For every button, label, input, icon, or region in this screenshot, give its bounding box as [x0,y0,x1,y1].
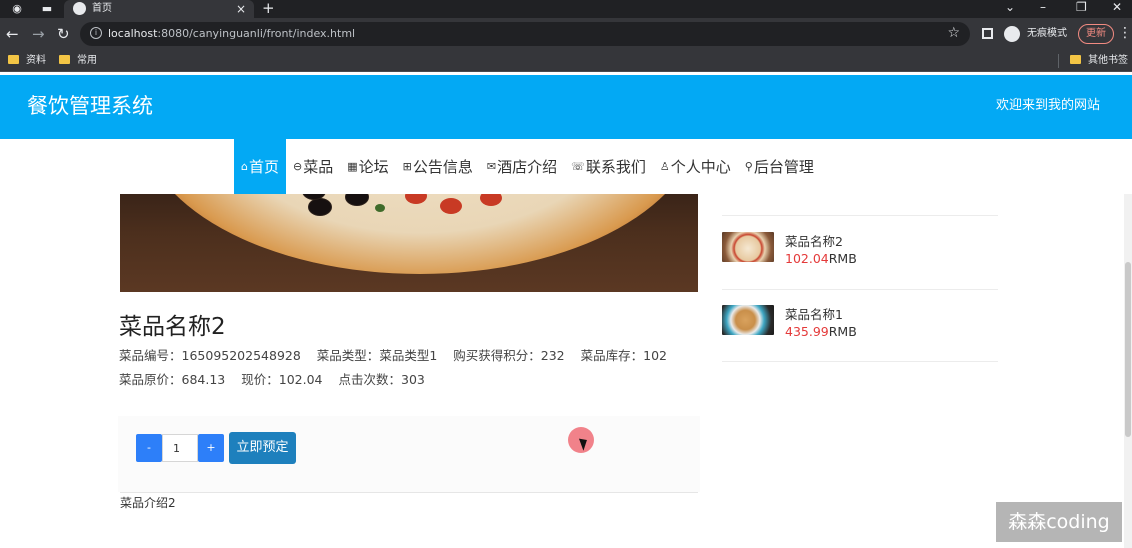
sidebar-item-price: 435.99RMB [785,324,857,339]
dish-type: 菜品类型1 [379,348,438,363]
quantity-decrease-button[interactable]: - [136,434,162,462]
dish-meta-row-2: 菜品原价：684.13 现价：102.04 点击次数：303 [119,372,425,387]
folder-icon [1070,55,1081,64]
tab-favicon-icon [73,2,86,15]
site-header: 餐饮管理系统 欢迎来到我的网站 [0,75,1132,139]
bookmarks-bar: 资料 常用 其他书签 [0,50,1132,72]
browser-tab-bar: ◉ ▬ 首页 × + ⌄ – ❐ ✕ [0,0,1132,18]
tomato-topping [440,198,462,214]
sidebar-item-price: 102.04RMB [785,251,857,266]
olive-topping [308,198,332,216]
site-title: 餐饮管理系统 [27,94,153,118]
incognito-icon [1004,26,1020,42]
back-icon[interactable]: ← [6,25,19,43]
bookmark-separator [1058,54,1059,68]
nav-item-contact[interactable]: ☏ 联系我们 [564,139,653,194]
side-panel-icon[interactable] [982,28,993,39]
sidebar-item-name[interactable]: 菜品名称1 [785,307,843,323]
bookmark-star-icon[interactable]: ☆ [947,25,960,41]
sidebar-divider [722,215,998,216]
dish-points: 232 [540,348,565,363]
sidebar-divider [722,289,998,290]
browser-toolbar: ← → ↻ i localhost:8080/canyinguanli/fron… [0,18,1132,50]
site-info-icon[interactable]: i [90,27,102,39]
dish-clicks: 303 [401,372,425,387]
tab-search-icon[interactable]: ⌄ [1005,0,1015,14]
dish-original-price: 684.13 [181,372,226,387]
folder-icon [59,55,70,64]
phone-icon: ☏ [571,160,585,173]
scrollbar-thumb[interactable] [1125,262,1131,437]
dish-icon: ⊖ [293,160,303,173]
tab-title: 首页 [92,3,112,14]
dish-stock: 102 [643,348,667,363]
dish-intro: 菜品介绍2 [120,496,176,510]
restore-icon[interactable]: ❐ [1076,0,1087,14]
quantity-input[interactable] [162,434,198,462]
forward-icon[interactable]: → [32,25,45,43]
tab-strip-icon[interactable]: ▬ [40,2,54,16]
dish-current-price: 102.04 [278,372,323,387]
bookmark-folder[interactable]: 资料 [8,54,46,68]
section-divider [120,492,698,493]
forum-icon: ▦ [347,160,358,173]
dish-image [120,194,698,292]
watermark: 森森coding [996,502,1122,542]
window-close-icon[interactable]: ✕ [1112,0,1122,14]
address-bar[interactable]: i localhost:8080/canyinguanli/front/inde… [80,22,970,46]
browser-tab[interactable]: 首页 × [64,0,254,18]
other-bookmarks[interactable]: 其他书签 [1070,54,1128,68]
folder-icon [8,55,19,64]
new-tab-icon[interactable]: + [262,0,275,16]
nav-item-admin[interactable]: ⚲ 后台管理 [738,139,821,194]
sidebar-item-name[interactable]: 菜品名称2 [785,234,843,250]
nav-item-dishes[interactable]: ⊖ 菜品 [286,139,340,194]
dish-code: 165095202548928 [181,348,301,363]
quantity-increase-button[interactable]: + [198,434,224,462]
minimize-icon[interactable]: – [1040,0,1046,14]
bookmark-folder[interactable]: 常用 [59,54,97,68]
main-nav: ⌂ 首页 ⊖ 菜品 ▦ 论坛 ⊞ 公告信息 ✉ 酒店介绍 ☏ 联系我们 ♙ 个人中心 ⚲ 后台管… [234,139,821,194]
nav-item-user-center[interactable]: ♙ 个人中心 [653,139,738,194]
sidebar-divider [722,361,998,362]
nav-item-hotel-intro[interactable]: ✉ 酒店介绍 [480,139,564,194]
link-icon: ⚲ [744,160,753,173]
dish-meta-row-1: 菜品编号：165095202548928 菜品类型：菜品类型1 购买获得积分：2… [119,348,667,363]
update-button[interactable]: 更新 [1078,24,1114,44]
mail-icon: ✉ [486,160,497,173]
user-icon: ♙ [659,160,670,173]
sidebar-item-thumbnail[interactable] [722,305,774,335]
reload-icon[interactable]: ↻ [57,25,70,43]
welcome-text: 欢迎来到我的网站 [995,98,1100,113]
globe-icon[interactable]: ◉ [10,2,24,16]
nav-item-forum[interactable]: ▦ 论坛 [340,139,395,194]
basil-topping [375,204,385,212]
incognito-label: 无痕模式 [1027,28,1067,39]
sidebar-item-thumbnail[interactable] [722,232,774,262]
nav-item-notices[interactable]: ⊞ 公告信息 [396,139,480,194]
tab-close-icon[interactable]: × [236,1,246,17]
dish-name: 菜品名称2 [119,314,226,340]
pizza-shape [140,194,698,274]
url-text[interactable]: localhost:8080/canyinguanli/front/index.… [108,27,355,41]
notice-icon: ⊞ [402,160,412,173]
home-icon: ⌂ [241,160,248,173]
nav-item-home[interactable]: ⌂ 首页 [234,139,286,194]
book-now-button[interactable]: 立即预定 [229,432,296,464]
browser-menu-icon[interactable]: ⋮ [1118,25,1132,41]
